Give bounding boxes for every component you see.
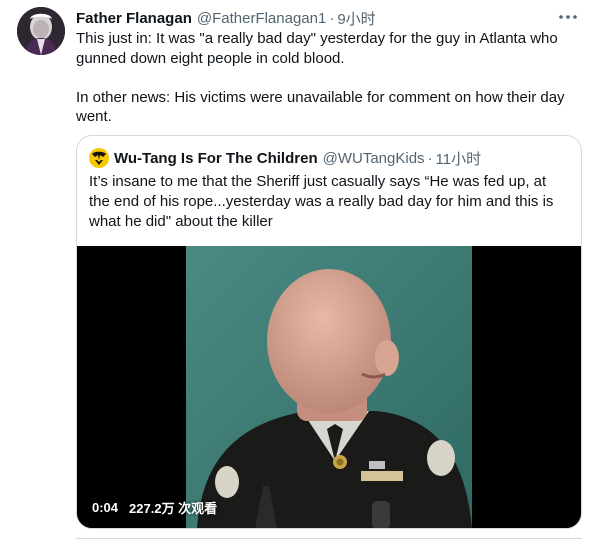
author-name[interactable]: Father Flanagan: [76, 10, 192, 27]
more-icon[interactable]: [555, 7, 581, 27]
video-player[interactable]: 0:04 227.2万 次观看: [77, 246, 581, 528]
video-overlay: 0:04 227.2万 次观看: [77, 498, 217, 517]
wu-tang-logo-icon[interactable]: [89, 148, 109, 168]
avatar[interactable]: [17, 7, 65, 55]
quoted-tweet-text: It’s insane to me that the Sheriff just …: [89, 173, 554, 230]
quoted-author-name[interactable]: Wu-Tang Is For The Children: [114, 150, 318, 167]
tweet[interactable]: Father Flanagan @FatherFlanagan1 · 9小时 T…: [0, 0, 601, 544]
video-elapsed-time: 0:04: [92, 500, 119, 515]
quoted-separator-dot: ·: [427, 149, 433, 167]
tweet-text: This just in: It was "a really bad day" …: [76, 29, 586, 127]
quoted-tweet[interactable]: Wu-Tang Is For The Children @WUTangKids …: [76, 135, 582, 529]
quoted-author-handle[interactable]: @WUTangKids: [323, 150, 425, 167]
next-tweet-divider: [76, 538, 582, 544]
video-frame: [77, 246, 581, 528]
quoted-tweet-header: Wu-Tang Is For The Children @WUTangKids …: [89, 148, 481, 168]
avatar-image: [17, 7, 65, 55]
tweet-header: Father Flanagan @FatherFlanagan1 · 9小时: [76, 8, 581, 28]
tweet-paragraph-2: In other news: His victims were unavaila…: [76, 88, 565, 126]
tweet-paragraph-1: This just in: It was "a really bad day" …: [76, 30, 558, 67]
video-view-count: 227.2万 次观看: [129, 501, 218, 516]
author-handle[interactable]: @FatherFlanagan1: [197, 10, 326, 27]
quoted-timestamp[interactable]: 11小时: [436, 148, 482, 169]
separator-dot: ·: [329, 9, 335, 27]
timestamp[interactable]: 9小时: [337, 8, 375, 29]
